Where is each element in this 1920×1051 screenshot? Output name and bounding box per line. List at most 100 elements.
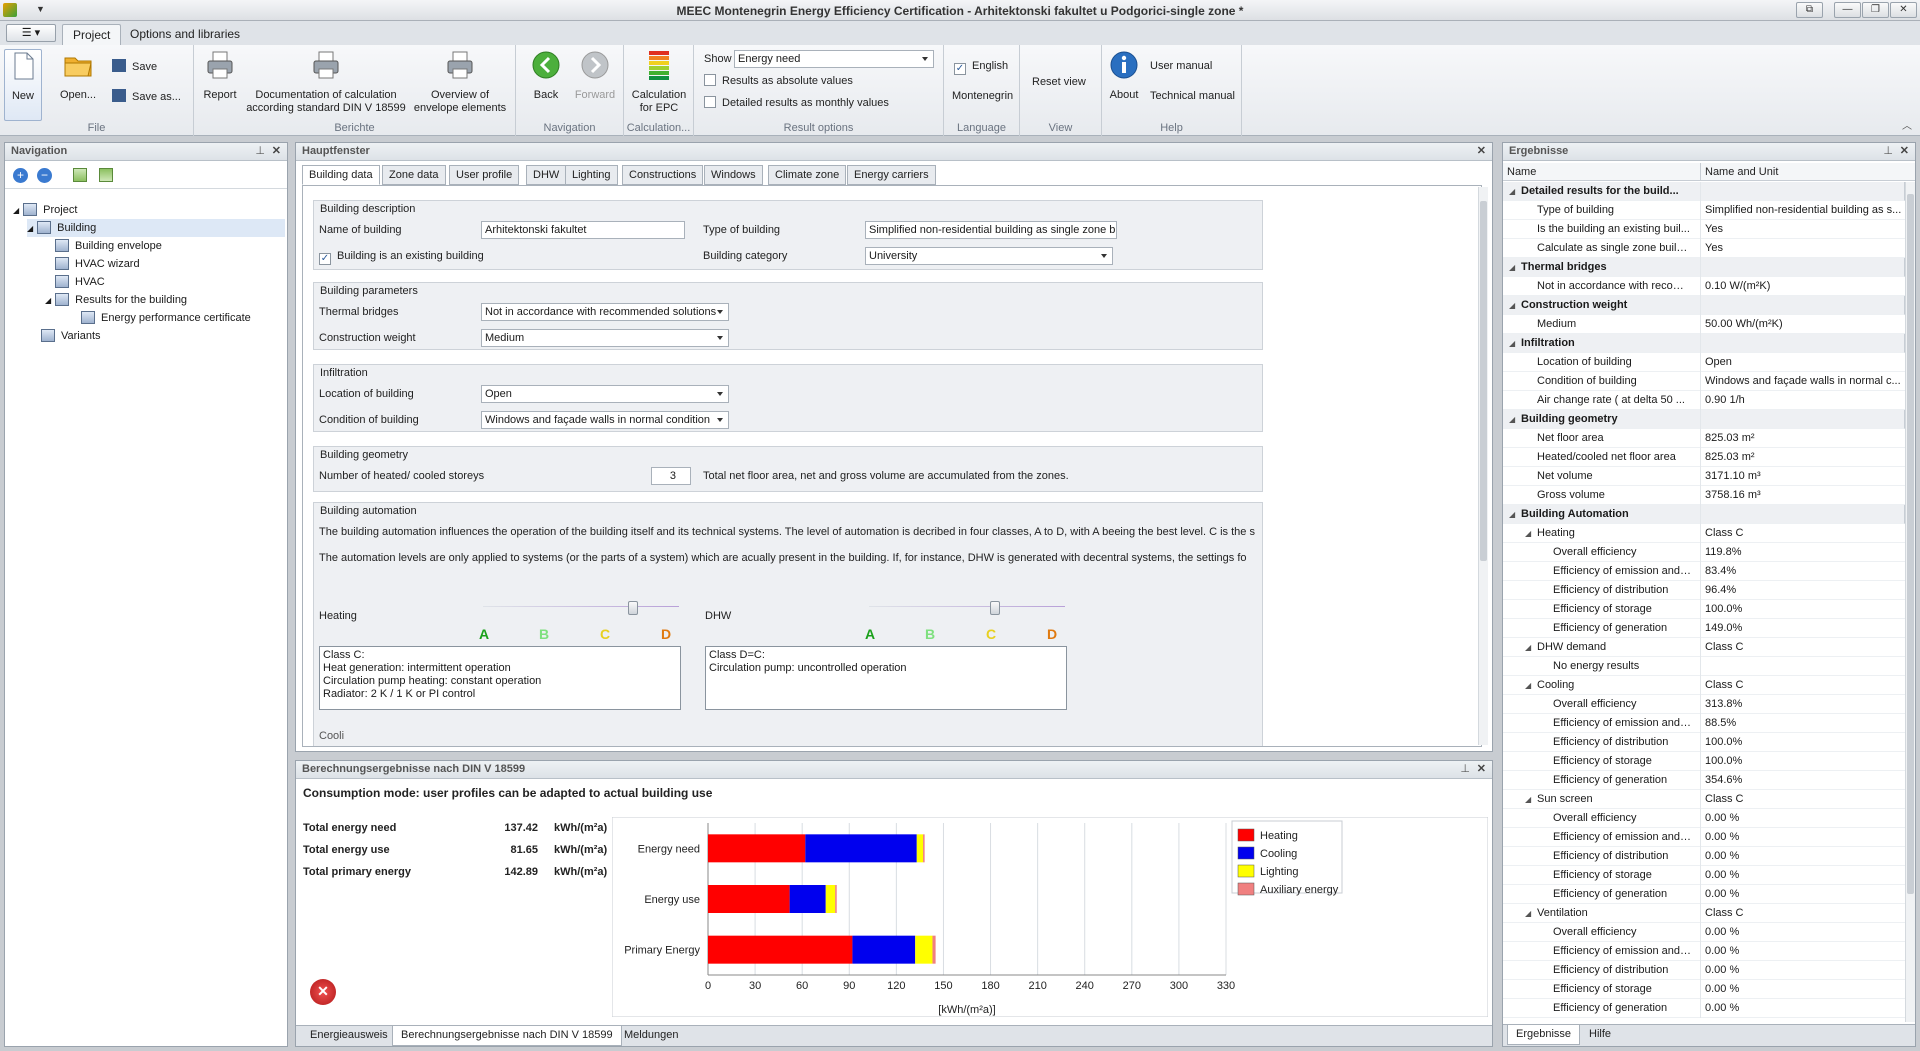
results-row[interactable]: Efficiency of storage 0.00 % [1503, 980, 1905, 999]
storeys-spinner[interactable]: 3 [651, 467, 691, 485]
results-row[interactable]: ◢ Heating Class C [1503, 524, 1905, 543]
dhw-automation-slider[interactable] [869, 601, 1065, 615]
tab-energy-carriers[interactable]: Energy carriers [847, 165, 936, 185]
results-row[interactable]: Efficiency of generation 0.00 % [1503, 999, 1905, 1018]
pin-icon[interactable]: ⊥ [1883, 143, 1893, 160]
column-name[interactable]: Name [1507, 166, 1536, 178]
category-select[interactable]: University [865, 247, 1113, 265]
tab-project[interactable]: Project [62, 24, 122, 45]
expand-toggle-icon[interactable]: ◢ [1525, 638, 1531, 657]
results-row[interactable]: No energy results [1503, 657, 1905, 676]
collapse-ribbon-icon[interactable]: ︿ [1902, 117, 1912, 132]
forward-button[interactable]: Forward [572, 49, 618, 102]
results-row[interactable]: Efficiency of distribution 100.0% [1503, 733, 1905, 752]
results-row[interactable]: Calculate as single zone buildi... Yes [1503, 239, 1905, 258]
tab-zone-data[interactable]: Zone data [382, 165, 446, 185]
column-value[interactable]: Name and Unit [1705, 166, 1778, 178]
main-scrollbar[interactable] [1478, 187, 1488, 745]
english-checkbox[interactable]: ✓ English [954, 59, 1008, 75]
new-button[interactable]: New [4, 49, 42, 121]
results-group-row[interactable]: ◢ Infiltration [1503, 334, 1905, 353]
documentation-button[interactable]: Documentation of calculation according s… [246, 49, 406, 115]
expand-all-icon[interactable]: + [13, 168, 28, 183]
results-row[interactable]: Not in accordance with recom... 0.10 W/(m… [1503, 277, 1905, 296]
results-row[interactable]: Type of building Simplified non-residenti… [1503, 201, 1905, 220]
results-row[interactable]: Efficiency of storage 0.00 % [1503, 866, 1905, 885]
dhw-slider-thumb[interactable] [990, 601, 1000, 615]
results-row[interactable]: Gross volume 3758.16 m³ [1503, 486, 1905, 505]
tree-item-hvac[interactable]: HVAC [55, 273, 105, 291]
scroll-thumb[interactable] [1907, 194, 1914, 894]
tab-climate-zone[interactable]: Climate zone [768, 165, 847, 185]
user-manual-button[interactable]: User manual [1150, 59, 1212, 73]
results-scrollbar[interactable] [1905, 182, 1915, 1022]
expand-toggle-icon[interactable]: ◢ [1509, 182, 1515, 201]
tab-hilfe[interactable]: Hilfe [1581, 1025, 1619, 1045]
tab-windows[interactable]: Windows [704, 165, 763, 185]
overview-envelope-button[interactable]: Overview of envelope elements [410, 49, 510, 115]
tab-berechnungsergebnisse[interactable]: Berechnungsergebnisse nach DIN V 18599 [392, 1026, 622, 1046]
expand-toggle-icon[interactable]: ◢ [1525, 904, 1531, 923]
results-row[interactable]: Efficiency of generation 0.00 % [1503, 885, 1905, 904]
expand-toggle-icon[interactable]: ◢ [1509, 334, 1515, 353]
tab-lighting[interactable]: Lighting [565, 165, 618, 185]
location-select[interactable]: Open [481, 385, 729, 403]
pin-icon[interactable]: ⊥ [255, 143, 265, 160]
monthly-values-checkbox[interactable]: Detailed results as monthly values [704, 96, 889, 110]
absolute-values-checkbox[interactable]: Results as absolute values [704, 74, 853, 88]
results-row[interactable]: ◢ Sun screen Class C [1503, 790, 1905, 809]
existing-building-checkbox[interactable]: ✓ Building is an existing building [319, 250, 484, 265]
results-row[interactable]: Overall efficiency 0.00 % [1503, 809, 1905, 828]
results-row[interactable]: Net volume 3171.10 m³ [1503, 467, 1905, 486]
technical-manual-button[interactable]: Technical manual [1150, 89, 1235, 103]
tree-item-building-envelope[interactable]: Building envelope [55, 237, 162, 255]
results-group-row[interactable]: ◢ Building geometry [1503, 410, 1905, 429]
results-group-row[interactable]: ◢ Building Automation [1503, 505, 1905, 524]
results-row[interactable]: Efficiency of storage 100.0% [1503, 600, 1905, 619]
expand-toggle-icon[interactable]: ◢ [1509, 296, 1515, 315]
open-button[interactable]: Open... [56, 49, 100, 102]
results-row[interactable]: Efficiency of generation 354.6% [1503, 771, 1905, 790]
collapse-all-icon[interactable]: − [37, 168, 52, 183]
name-input[interactable]: Arhitektonski fakultet [481, 221, 685, 239]
tree-item-results[interactable]: ◢ Results for the building [45, 291, 187, 309]
report-button[interactable]: Report [200, 49, 240, 102]
close-icon[interactable]: ✕ [1477, 143, 1486, 160]
results-row[interactable]: Efficiency of emission and ... 83.4% [1503, 562, 1905, 581]
tab-dhw[interactable]: DHW [526, 165, 567, 185]
results-row[interactable]: Location of building Open [1503, 353, 1905, 372]
results-row[interactable]: Efficiency of emission and ... 0.00 % [1503, 828, 1905, 847]
layout-bottom-icon[interactable] [99, 168, 113, 182]
results-group-row[interactable]: ◢ Detailed results for the build... [1503, 182, 1905, 201]
tab-options-libraries[interactable]: Options and libraries [120, 24, 250, 45]
type-input[interactable]: Simplified non-residential building as s… [865, 221, 1117, 239]
construction-weight-select[interactable]: Medium [481, 329, 729, 347]
results-row[interactable]: ◢ DHW demand Class C [1503, 638, 1905, 657]
results-row[interactable]: Net floor area 825.03 m² [1503, 429, 1905, 448]
results-row[interactable]: Overall efficiency 119.8% [1503, 543, 1905, 562]
results-row[interactable]: Overall efficiency 0.00 % [1503, 923, 1905, 942]
app-menu-button[interactable]: ☰ ▾ [6, 24, 56, 42]
show-select[interactable]: Energy need [734, 50, 934, 68]
results-row[interactable]: Efficiency of distribution 96.4% [1503, 581, 1905, 600]
results-row[interactable]: Efficiency of emission and ... 0.00 % [1503, 942, 1905, 961]
results-row[interactable]: ◢ Ventilation Class C [1503, 904, 1905, 923]
results-row[interactable]: Medium 50.00 Wh/(m²K) [1503, 315, 1905, 334]
tree-item-epc[interactable]: Energy performance certificate [81, 309, 251, 327]
results-row[interactable]: Heated/cooled net floor area 825.03 m² [1503, 448, 1905, 467]
maximize-button[interactable]: ❐ [1862, 2, 1889, 18]
results-row[interactable]: Efficiency of emission and ... 88.5% [1503, 714, 1905, 733]
montenegrin-button[interactable]: Montenegrin [952, 89, 1013, 103]
results-row[interactable]: Efficiency of storage 100.0% [1503, 752, 1905, 771]
tree-item-variants[interactable]: Variants [41, 327, 101, 345]
thermal-bridges-select[interactable]: Not in accordance with recommended solut… [481, 303, 729, 321]
tree-item-building[interactable]: ◢ Building [27, 219, 285, 237]
back-button[interactable]: Back [526, 49, 566, 102]
close-icon[interactable]: ✕ [272, 143, 281, 160]
results-row[interactable]: Efficiency of generation 149.0% [1503, 619, 1905, 638]
results-row[interactable]: Condition of building Windows and façade … [1503, 372, 1905, 391]
about-button[interactable]: About [1106, 49, 1142, 102]
layout-top-icon[interactable] [73, 168, 87, 182]
tree-item-hvac-wizard[interactable]: HVAC wizard [55, 255, 140, 273]
tab-energieausweis[interactable]: Energieausweis [302, 1026, 396, 1046]
